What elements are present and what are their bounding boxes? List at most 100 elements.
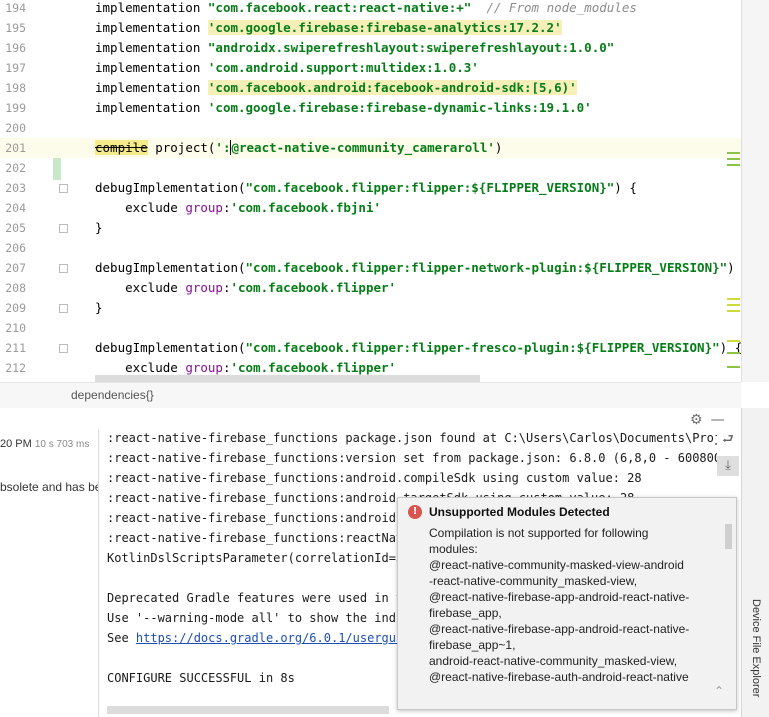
code-text: implementation 'com.google.firebase:fire… [95, 20, 562, 35]
build-time: 20 PM 10 s 703 ms [0, 438, 90, 450]
code-line[interactable]: 197 implementation 'com.android.support:m… [0, 58, 741, 78]
code-line[interactable]: 207 debugImplementation("com.facebook.fli… [0, 258, 741, 278]
stripe-mark[interactable] [727, 366, 740, 368]
notification-body: Compilation is not supported for followi… [429, 525, 719, 685]
line-number: 205 [5, 221, 26, 235]
stripe-mark[interactable] [727, 310, 740, 312]
notification-line: Compilation is not supported for followi… [429, 526, 649, 540]
code-text: implementation "com.facebook.react:react… [95, 0, 637, 15]
code-line[interactable]: 203 debugImplementation("com.facebook.fli… [0, 178, 741, 198]
stripe-mark[interactable] [727, 152, 740, 154]
fold-icon[interactable] [59, 304, 68, 313]
soft-wrap-icon[interactable]: ⮐ [717, 430, 739, 450]
notification-line: android-react-native-community_masked-vi… [429, 654, 678, 668]
fold-icon[interactable] [59, 264, 68, 273]
line-number: 207 [5, 261, 26, 275]
notification-line: @react-native-firebase-app-android-react… [429, 622, 690, 636]
fold-icon[interactable] [59, 344, 68, 353]
console-side-toolbar: ⮐ ⤓ [717, 430, 741, 482]
code-line[interactable]: 209} [0, 298, 741, 318]
code-text: } [95, 220, 103, 235]
line-number: 204 [5, 201, 26, 215]
stripe-mark[interactable] [727, 164, 740, 166]
build-duration: 10 s 703 ms [34, 439, 90, 450]
notification-scrollbar[interactable] [725, 524, 732, 549]
code-line[interactable]: 198 implementation 'com.facebook.android:… [0, 78, 741, 98]
code-line[interactable]: 205} [0, 218, 741, 238]
code-line[interactable]: 208 exclude group:'com.facebook.flipper' [0, 278, 741, 298]
notification-line: -react-native-community_masked-view, [429, 574, 638, 588]
stripe-mark[interactable] [727, 340, 740, 342]
code-editor[interactable]: 194 implementation "com.facebook.react:re… [0, 0, 741, 382]
editor-horizontal-scrollbar[interactable] [95, 375, 480, 382]
fold-icon[interactable] [59, 224, 68, 233]
line-number: 199 [5, 101, 26, 115]
stripe-mark[interactable] [727, 158, 740, 160]
line-number: 194 [5, 1, 26, 15]
build-tree-message: bsolete and has be [0, 480, 99, 494]
code-text: implementation 'com.android.support:mult… [95, 60, 479, 75]
code-text: debugImplementation("com.facebook.flippe… [95, 180, 637, 195]
minimize-icon[interactable]: — [711, 412, 725, 428]
code-text: exclude group:'com.facebook.fbjni' [95, 200, 381, 215]
console-horizontal-scrollbar[interactable] [107, 706, 389, 714]
notification-line: firebase_app~1, [429, 638, 516, 652]
notification-line: modules: [429, 542, 478, 556]
line-number: 201 [5, 141, 26, 155]
code-text: debugImplementation("com.facebook.flippe… [95, 260, 735, 275]
console-line: :react-native-firebase_functions:android… [107, 471, 642, 485]
code-line[interactable]: 204 exclude group:'com.facebook.fbjni' [0, 198, 741, 218]
code-line[interactable]: 210 [0, 318, 741, 338]
code-line[interactable]: 211 debugImplementation("com.facebook.fli… [0, 338, 741, 358]
stripe-mark[interactable] [727, 304, 740, 306]
code-text: debugImplementation("com.facebook.flippe… [95, 340, 741, 355]
chevron-up-icon[interactable]: ⌃ [714, 684, 724, 698]
code-text: } [95, 300, 103, 315]
code-text: implementation 'com.google.firebase:fire… [95, 100, 592, 115]
error-stripe [741, 0, 769, 382]
code-line[interactable]: 201 compile project(':@react-native-commu… [0, 138, 741, 158]
code-text: exclude group:'com.facebook.flipper' [95, 280, 397, 295]
code-line[interactable]: 202 [0, 158, 741, 178]
line-number: 203 [5, 181, 26, 195]
code-text: implementation 'com.facebook.android:fac… [95, 80, 577, 95]
line-number: 200 [5, 121, 26, 135]
notification-title: Unsupported Modules Detected [429, 505, 610, 519]
gradle-docs-link[interactable]: https://docs.gradle.org/6.0.1/userguide [136, 631, 418, 645]
panel-toolbar: ⚙ — [690, 412, 733, 428]
code-line[interactable]: 196 implementation "androidx.swiperefresh… [0, 38, 741, 58]
notification-line: @react-native-firebase-app-android-react… [429, 590, 690, 604]
line-number: 209 [5, 301, 26, 315]
console-line: :react-native-firebase_functions:version… [107, 451, 717, 465]
code-line[interactable]: 206 [0, 238, 741, 258]
right-tool-strip: Device File Explorer [741, 408, 769, 717]
code-line[interactable]: 194 implementation "com.facebook.react:re… [0, 0, 741, 18]
line-number: 212 [5, 361, 26, 375]
unsupported-modules-notification[interactable]: ! Unsupported Modules Detected Compilati… [397, 497, 737, 710]
line-number: 211 [5, 341, 26, 355]
stripe-mark[interactable] [727, 298, 740, 300]
line-number: 198 [5, 81, 26, 95]
line-number: 210 [5, 321, 26, 335]
notification-line: @react-native-firebase-auth-android-reac… [429, 670, 689, 684]
console-line: :react-native-firebase_functions package… [107, 431, 717, 445]
line-number: 197 [5, 61, 26, 75]
notification-line: @react-native-community-masked-view-andr… [429, 558, 684, 572]
scroll-to-end-icon[interactable]: ⤓ [717, 456, 739, 476]
gear-icon[interactable]: ⚙ [690, 412, 703, 428]
code-line[interactable]: 199 implementation 'com.google.firebase:f… [0, 98, 741, 118]
line-number: 208 [5, 281, 26, 295]
stripe-mark[interactable] [727, 352, 740, 354]
code-text: implementation "androidx.swiperefreshlay… [95, 40, 615, 55]
line-number: 196 [5, 41, 26, 55]
device-file-explorer-label: Device File Explorer [750, 599, 762, 698]
build-tree[interactable]: 20 PM 10 s 703 ms bsolete and has be [0, 430, 99, 717]
breadcrumb[interactable]: dependencies{} [0, 382, 741, 410]
code-line[interactable]: 200 [0, 118, 741, 138]
device-file-explorer-tab[interactable]: Device File Explorer [746, 598, 766, 708]
code-line[interactable]: 195 implementation 'com.google.firebase:f… [0, 18, 741, 38]
code-text: compile project(':@react-native-communit… [95, 140, 503, 155]
breadcrumb-item[interactable]: dependencies{} [71, 388, 154, 402]
console-see-text: See [107, 631, 136, 645]
fold-icon[interactable] [59, 184, 68, 193]
